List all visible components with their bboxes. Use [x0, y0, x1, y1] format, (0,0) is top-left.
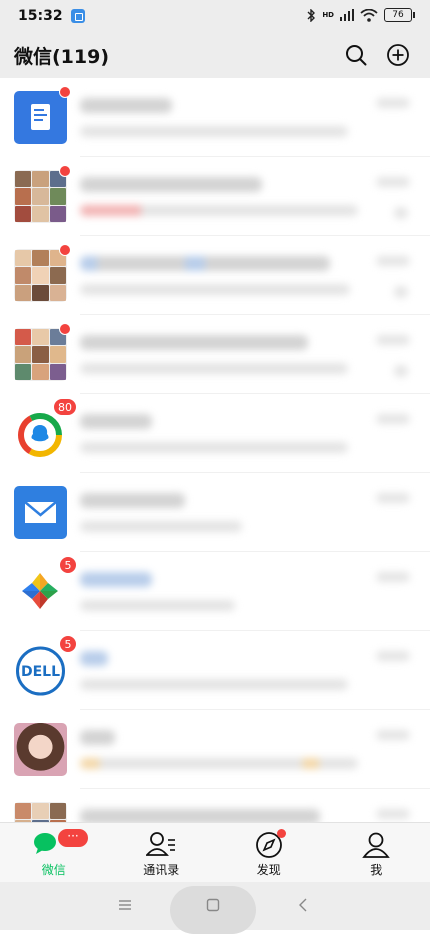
system-nav-bar	[0, 882, 430, 930]
tab-label: 通讯录	[108, 861, 216, 878]
mute-icon-blurred	[394, 207, 408, 219]
chat-row[interactable]: 5	[0, 552, 430, 631]
signal-icon	[340, 9, 354, 21]
unread-count-badge: 5	[59, 556, 77, 574]
tab-label: 我	[323, 861, 430, 878]
bottom-tab-bar: ··· 微信 通讯录 发现 我	[0, 822, 430, 883]
chat-time-blurred	[376, 493, 410, 503]
chat-row[interactable]	[0, 710, 430, 789]
chat-name-blurred	[80, 493, 185, 508]
chat-time-blurred	[376, 335, 410, 345]
unread-dot	[59, 323, 71, 335]
search-icon[interactable]	[344, 43, 368, 67]
chat-preview-blurred	[80, 284, 350, 295]
photo-avatar	[14, 723, 67, 776]
chat-name-blurred	[80, 651, 108, 666]
app-header: 微信(119)	[0, 32, 430, 78]
wifi-icon	[360, 9, 378, 22]
chat-preview-blurred	[80, 679, 348, 690]
chat-row[interactable]: 80	[0, 394, 430, 473]
page-title: 微信(119)	[14, 42, 109, 69]
chat-name-blurred	[80, 730, 115, 745]
chat-preview-blurred	[80, 205, 358, 216]
chat-preview-blurred	[80, 363, 348, 374]
chat-row[interactable]	[0, 315, 430, 394]
mute-icon-blurred	[394, 286, 408, 298]
mute-icon-blurred	[394, 365, 408, 377]
discover-new-dot	[277, 829, 286, 838]
chat-row[interactable]: DELL 5	[0, 631, 430, 710]
chat-row[interactable]	[0, 473, 430, 552]
chat-time-blurred	[376, 414, 410, 424]
chat-row[interactable]	[0, 78, 430, 157]
status-time: 15:32	[18, 8, 63, 24]
chat-row[interactable]	[0, 789, 430, 822]
battery-indicator: 76	[384, 8, 412, 22]
chat-time-blurred	[376, 651, 410, 661]
profile-icon	[362, 831, 390, 859]
group-avatar	[14, 328, 67, 381]
chat-name-blurred	[80, 98, 172, 113]
contacts-icon	[146, 831, 176, 857]
status-indicators: HD 76	[307, 8, 412, 22]
signal-hd-label: HD	[322, 11, 334, 19]
chat-row[interactable]	[0, 236, 430, 315]
chat-name-blurred	[80, 414, 152, 429]
group-avatar	[14, 802, 67, 822]
menu-icon[interactable]	[118, 898, 132, 912]
chat-name-blurred	[80, 256, 330, 271]
chat-preview-blurred	[80, 442, 348, 453]
doc-icon	[14, 91, 67, 144]
tab-contacts[interactable]: 通讯录	[108, 823, 216, 883]
chat-time-blurred	[376, 572, 410, 582]
home-icon[interactable]	[206, 898, 220, 912]
chat-preview-blurred	[80, 521, 242, 532]
group-avatar	[14, 170, 67, 223]
add-circle-icon[interactable]	[386, 43, 410, 67]
app-notification-icon	[71, 9, 85, 23]
unread-dot	[59, 165, 71, 177]
group-avatar	[14, 249, 67, 302]
chat-time-blurred	[376, 98, 410, 108]
tab-label: 微信	[0, 861, 108, 878]
chat-time-blurred	[376, 809, 410, 819]
back-icon[interactable]	[298, 898, 308, 912]
tab-me[interactable]: 我	[323, 823, 430, 883]
mail-icon	[14, 486, 67, 539]
tab-discover[interactable]: 发现	[215, 823, 323, 883]
tab-badge: ···	[58, 829, 88, 847]
dell-logo-text: DELL	[21, 664, 60, 680]
bluetooth-icon	[307, 9, 316, 22]
chat-preview-blurred	[80, 600, 235, 611]
chat-name-blurred	[80, 335, 308, 350]
unread-dot	[59, 244, 71, 256]
dell-logo: DELL 5	[14, 644, 67, 697]
chat-time-blurred	[376, 256, 410, 266]
chat-preview-blurred	[80, 126, 348, 137]
unread-count-badge: 5	[59, 635, 77, 653]
chat-name-blurred	[80, 177, 262, 192]
unread-count-badge: 80	[53, 398, 77, 416]
chat-row[interactable]	[0, 157, 430, 236]
chat-list: 80 5	[0, 78, 430, 822]
tab-label: 发现	[215, 861, 323, 878]
chat-time-blurred	[376, 177, 410, 187]
unread-dot	[59, 86, 71, 98]
status-bar: 15:32 HD 76	[0, 0, 430, 32]
qq-browser-icon: 80	[14, 407, 67, 460]
chat-name-blurred	[80, 572, 152, 587]
chat-time-blurred	[376, 730, 410, 740]
pinwheel-icon: 5	[14, 565, 67, 618]
chat-name-blurred	[80, 809, 320, 822]
chat-preview-blurred	[80, 758, 358, 769]
tab-chats[interactable]: ··· 微信	[0, 823, 108, 883]
